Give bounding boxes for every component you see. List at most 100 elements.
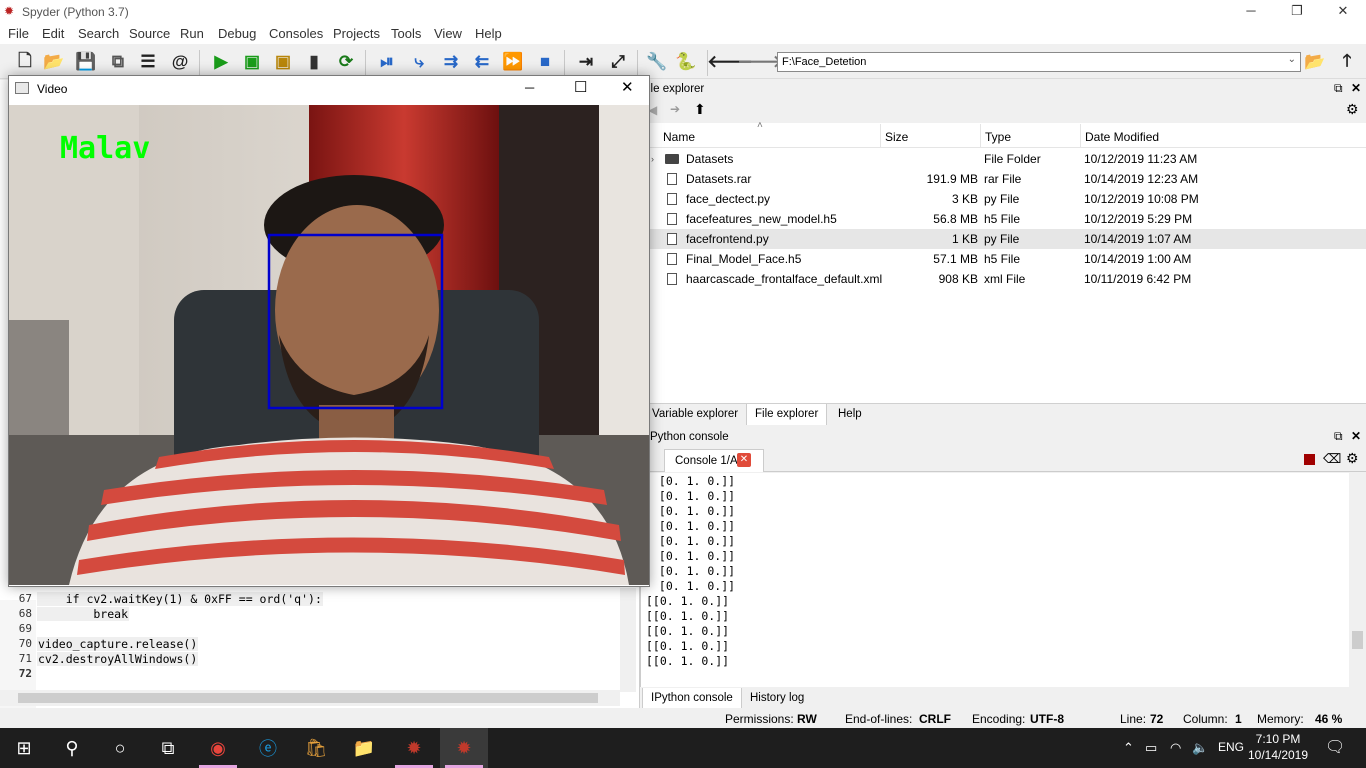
browse-folder-icon[interactable]: 📂 — [1304, 51, 1326, 73]
save-all-icon[interactable]: ⧉ — [107, 51, 129, 73]
menu-consoles[interactable]: Consoles — [269, 26, 323, 41]
wifi-icon[interactable]: ◠ — [1170, 740, 1181, 756]
file-row[interactable]: Datasets.rar 191.9 MB rar File 10/14/201… — [640, 169, 1366, 189]
working-directory-input[interactable]: F:\Face_Detetion ⌄ — [777, 52, 1301, 72]
menu-search[interactable]: Search — [78, 26, 119, 41]
console-tab[interactable]: Console 1/A ✕ — [664, 449, 764, 472]
run-icon[interactable]: ▶ — [210, 51, 232, 73]
expand-chevron-icon[interactable]: › — [651, 154, 654, 164]
close-pane-icon[interactable]: ✕ — [1351, 429, 1361, 443]
gear-icon[interactable]: ⚙ — [1346, 101, 1359, 118]
up-arrow-icon[interactable]: ⬆ — [694, 101, 706, 118]
video-maximize-button[interactable]: ☐ — [574, 78, 587, 96]
undock-icon[interactable]: ⧉ — [1334, 429, 1343, 444]
stop-debug-icon[interactable]: ■ — [534, 51, 556, 73]
preferences-wrench-icon[interactable]: 🔧 — [646, 51, 668, 73]
volume-icon[interactable]: 🔈 — [1192, 740, 1208, 756]
cortana-icon[interactable]: ○ — [108, 736, 132, 760]
tab-variable-explorer[interactable]: Variable explorer — [644, 404, 746, 425]
file-row[interactable]: Final_Model_Face.h5 57.1 MB h5 File 10/1… — [640, 249, 1366, 269]
menu-edit[interactable]: Edit — [42, 26, 64, 41]
chevron-up-icon[interactable]: ⌃ — [1123, 740, 1134, 756]
parent-dir-icon[interactable]: 🡑 — [1336, 51, 1358, 73]
tab-help[interactable]: Help — [830, 404, 870, 425]
forward-arrow-icon[interactable]: 🡒 — [737, 51, 783, 73]
menu-file[interactable]: File — [8, 26, 29, 41]
eraser-icon[interactable]: ⌫ — [1323, 451, 1341, 467]
forward-icon[interactable]: ➔ — [670, 102, 680, 116]
file-row-selected[interactable]: facefrontend.py 1 KB py File 10/14/2019 … — [640, 229, 1366, 249]
run-cell-icon[interactable]: ▣ — [241, 51, 263, 73]
menu-tools[interactable]: Tools — [391, 26, 421, 41]
continue-icon[interactable]: ⏩ — [502, 51, 524, 73]
col-date[interactable]: Date Modified — [1085, 130, 1159, 144]
file-row[interactable]: haarcascade_frontalface_default.xml 908 … — [640, 269, 1366, 289]
notification-icon[interactable]: 🗨 — [1325, 737, 1345, 757]
line-number: 67 — [18, 592, 32, 605]
task-view-icon[interactable]: ⧉ — [156, 736, 180, 760]
console-output[interactable]: [0. 1. 0.]] [0. 1. 0.]] [0. 1. 0.]] [0. … — [640, 473, 1366, 687]
maximize-button[interactable]: ❐ — [1274, 0, 1320, 22]
save-icon[interactable]: 💾 — [75, 51, 97, 73]
ie-icon[interactable]: ⓔ — [256, 736, 280, 760]
maximize-pane-icon[interactable]: ⇥ — [575, 51, 597, 73]
step-icon[interactable]: ⤷ — [408, 51, 430, 73]
code-line[interactable]: break — [37, 607, 130, 621]
undock-icon[interactable]: ⧉ — [1334, 81, 1343, 96]
at-icon[interactable]: @ — [169, 51, 191, 73]
gear-icon[interactable]: ⚙ — [1346, 450, 1359, 467]
close-button[interactable]: ✕ — [1320, 0, 1366, 22]
file-icon — [667, 173, 677, 185]
code-line[interactable]: video_capture.release() — [37, 637, 199, 651]
menu-help[interactable]: Help — [475, 26, 502, 41]
file-row[interactable]: › Datasets File Folder 10/12/2019 11:23 … — [640, 149, 1366, 169]
rerun-icon[interactable]: ⟳ — [335, 51, 357, 73]
editor-vertical-scrollbar[interactable] — [620, 588, 636, 692]
menu-view[interactable]: View — [434, 26, 462, 41]
list-icon[interactable]: ☰ — [137, 51, 159, 73]
new-file-icon[interactable]: 🗋 — [14, 51, 36, 73]
search-icon[interactable]: ⚲ — [60, 736, 84, 760]
windows-start-icon[interactable]: ⊞ — [12, 736, 36, 760]
video-close-button[interactable]: ✕ — [621, 78, 634, 96]
step-return-icon[interactable]: ⇇ — [471, 51, 493, 73]
menu-run[interactable]: Run — [180, 26, 204, 41]
open-file-icon[interactable]: 📂 — [43, 51, 65, 73]
editor-horizontal-scrollbar[interactable] — [0, 690, 620, 706]
spyder-icon[interactable]: ✹ — [402, 736, 426, 760]
code-line[interactable]: if cv2.waitKey(1) & 0xFF == ord('q'): — [37, 592, 323, 606]
code-line[interactable]: cv2.destroyAllWindows() — [37, 652, 199, 666]
tab-history-log[interactable]: History log — [742, 688, 812, 709]
fullscreen-icon[interactable]: ⤢ — [607, 51, 629, 73]
menu-debug[interactable]: Debug — [218, 26, 256, 41]
clock[interactable]: 7:10 PM 10/14/2019 — [1245, 731, 1311, 763]
debug-icon[interactable]: ⏯ — [376, 51, 398, 73]
minimize-button[interactable]: ─ — [1228, 0, 1274, 22]
col-name[interactable]: Name — [663, 130, 695, 144]
menu-projects[interactable]: Projects — [333, 26, 380, 41]
file-row[interactable]: facefeatures_new_model.h5 56.8 MB h5 Fil… — [640, 209, 1366, 229]
language-indicator[interactable]: ENG — [1218, 740, 1244, 754]
step-into-icon[interactable]: ⇉ — [440, 51, 462, 73]
file-row[interactable]: face_dectect.py 3 KB py File 10/12/2019 … — [640, 189, 1366, 209]
close-pane-icon[interactable]: ✕ — [1351, 81, 1361, 95]
col-type[interactable]: Type — [985, 130, 1011, 144]
chrome-icon[interactable]: ◉ — [206, 736, 230, 760]
menu-source[interactable]: Source — [129, 26, 170, 41]
battery-icon[interactable]: ▭ — [1145, 740, 1157, 756]
close-tab-icon[interactable]: ✕ — [737, 453, 751, 467]
console-scrollbar[interactable] — [1349, 473, 1366, 687]
col-size[interactable]: Size — [885, 130, 908, 144]
python-path-icon[interactable]: 🐍 — [675, 51, 697, 73]
store-icon[interactable]: 🛍 — [304, 736, 328, 760]
tab-file-explorer[interactable]: File explorer — [746, 404, 828, 425]
video-window[interactable]: Video ─ ☐ ✕ Malav — [8, 75, 650, 587]
tab-ipython-console[interactable]: IPython console — [642, 688, 742, 709]
chevron-down-icon[interactable]: ⌄ — [1288, 54, 1296, 65]
stop-icon[interactable] — [1304, 454, 1315, 465]
run-cell-advance-icon[interactable]: ▣ — [272, 51, 294, 73]
run-selection-icon[interactable]: ▮ — [303, 51, 325, 73]
spyder-icon[interactable]: ✹ — [452, 736, 476, 760]
file-explorer-icon[interactable]: 📁 — [352, 736, 376, 760]
video-minimize-button[interactable]: ─ — [525, 80, 534, 95]
